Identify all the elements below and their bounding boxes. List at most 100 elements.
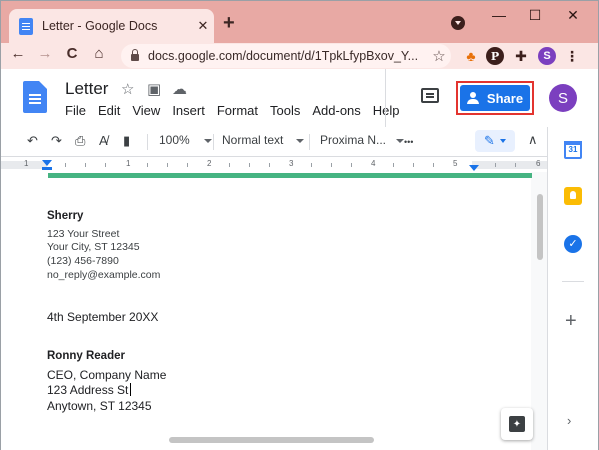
- back-icon[interactable]: ←: [7, 45, 29, 62]
- sender-street[interactable]: 123 Your Street: [47, 228, 119, 240]
- browser-profile-avatar[interactable]: S: [538, 47, 556, 65]
- recipient-street[interactable]: 123 Address St: [47, 383, 128, 397]
- more-options-icon[interactable]: •••: [404, 137, 413, 147]
- sender-email[interactable]: no_reply@example.com: [47, 269, 160, 281]
- explore-icon[interactable]: [501, 408, 533, 440]
- extensions-puzzle-icon[interactable]: ✚: [512, 47, 530, 65]
- tab-search-icon[interactable]: [451, 16, 465, 30]
- zoom-value: 100%: [159, 133, 190, 147]
- chevron-down-icon: [203, 138, 212, 143]
- share-highlight-box: Share: [456, 81, 534, 115]
- tab-close-icon[interactable]: ✕: [192, 18, 214, 34]
- horizontal-ruler[interactable]: 1 1 2 3 4 5 6: [1, 158, 547, 172]
- document-page[interactable]: Sherry 123 Your Street Your City, ST 123…: [1, 172, 533, 450]
- ruler-number: 1: [24, 159, 29, 168]
- move-folder-icon[interactable]: ▣: [147, 80, 161, 98]
- maximize-icon[interactable]: ☐: [525, 7, 545, 24]
- editing-mode-button[interactable]: ✎: [475, 130, 515, 152]
- menu-tools[interactable]: Tools: [270, 103, 300, 118]
- bookmark-star-icon[interactable]: ☆: [427, 47, 451, 65]
- reload-icon[interactable]: C: [61, 45, 83, 62]
- letter-date[interactable]: 4th September 20XX: [47, 310, 158, 324]
- horizontal-scrollbar[interactable]: [169, 437, 374, 443]
- calendar-icon[interactable]: 31: [564, 141, 582, 159]
- keep-icon[interactable]: [564, 187, 582, 205]
- pinterest-extension-icon[interactable]: P: [486, 47, 504, 65]
- new-tab-button[interactable]: +: [223, 12, 235, 35]
- menu-add-ons[interactable]: Add-ons: [312, 103, 360, 118]
- menu-help[interactable]: Help: [373, 103, 400, 118]
- forward-icon[interactable]: →: [34, 45, 56, 62]
- ruler-number: 4: [371, 159, 376, 168]
- ruler-tick: [229, 163, 230, 167]
- undo-icon[interactable]: ↶: [27, 133, 38, 149]
- cloud-saved-icon[interactable]: ☁: [172, 80, 187, 98]
- pencil-icon: ✎: [484, 133, 495, 148]
- right-indent-marker[interactable]: [469, 165, 479, 171]
- sender-phone[interactable]: (123) 456-7890: [47, 255, 119, 267]
- browser-menu-icon[interactable]: ⋮: [563, 47, 581, 65]
- ruler-tick: [351, 163, 352, 167]
- menu-format[interactable]: Format: [217, 103, 258, 118]
- print-icon[interactable]: ⎙: [75, 133, 85, 149]
- comment-history-icon[interactable]: [421, 88, 439, 103]
- vertical-scrollbar[interactable]: [537, 194, 543, 260]
- home-icon[interactable]: ⌂: [88, 45, 110, 62]
- paragraph-style-select[interactable]: Normal text: [222, 133, 305, 147]
- chevron-down-icon: [396, 138, 405, 143]
- header-divider: [385, 69, 386, 127]
- docs-header: Letter ☆ ▣ ☁ File Edit View Insert Forma…: [1, 69, 598, 127]
- header-accent-bar: [48, 173, 532, 178]
- menu-edit[interactable]: Edit: [98, 103, 120, 118]
- redo-icon[interactable]: ↷: [51, 133, 62, 149]
- first-line-indent-marker[interactable]: [42, 167, 52, 170]
- ruler-tick: [249, 163, 250, 167]
- ruler-tick: [495, 163, 496, 167]
- menu-file[interactable]: File: [65, 103, 86, 118]
- document-canvas: Sherry 123 Your Street Your City, ST 123…: [1, 172, 547, 450]
- recipient-city[interactable]: Anytown, ST 12345: [47, 399, 152, 413]
- ruler-tick: [433, 163, 434, 167]
- recipient-name[interactable]: Ronny Reader: [47, 350, 125, 362]
- spellcheck-icon[interactable]: A̸: [99, 133, 108, 148]
- side-panel: 31 ✓ + ›: [547, 127, 598, 450]
- url-text[interactable]: docs.google.com/document/d/1TpkLfypBxov_…: [148, 49, 427, 63]
- font-select[interactable]: Proxima N...: [320, 133, 405, 147]
- collapse-menus-icon[interactable]: ∧: [528, 132, 538, 148]
- google-docs-logo-icon[interactable]: [23, 81, 47, 113]
- ruler-tick: [331, 163, 332, 167]
- browser-tab[interactable]: Letter - Google Docs ✕: [9, 9, 214, 43]
- paragraph-style-value: Normal text: [222, 133, 284, 147]
- recipient-address-line[interactable]: 123 Address St: [47, 383, 132, 397]
- chevron-down-icon: [499, 139, 506, 143]
- zoom-select[interactable]: 100%: [159, 133, 212, 147]
- left-indent-marker[interactable]: [42, 160, 52, 166]
- text-cursor: [130, 383, 132, 396]
- toolbar-divider: [213, 134, 214, 150]
- leaf-extension-icon[interactable]: ♣: [462, 47, 480, 65]
- ruler-tick: [515, 163, 516, 167]
- google-docs-favicon-icon: [19, 17, 33, 35]
- share-button[interactable]: Share: [460, 85, 530, 111]
- browser-tab-strip: Letter - Google Docs ✕ + — ☐ ✕: [1, 1, 598, 43]
- paint-format-icon[interactable]: ▮: [123, 133, 130, 149]
- minimize-icon[interactable]: —: [489, 7, 509, 23]
- sender-city[interactable]: Your City, ST 12345: [47, 241, 140, 253]
- window-close-icon[interactable]: ✕: [563, 7, 583, 24]
- recipient-title[interactable]: CEO, Company Name: [47, 368, 166, 382]
- menu-view[interactable]: View: [132, 103, 160, 118]
- lock-icon[interactable]: [131, 49, 139, 61]
- sender-name[interactable]: Sherry: [47, 210, 83, 222]
- expand-panel-icon[interactable]: ›: [567, 413, 571, 428]
- user-avatar[interactable]: S: [549, 84, 577, 112]
- menu-insert[interactable]: Insert: [172, 103, 205, 118]
- address-bar[interactable]: docs.google.com/document/d/1TpkLfypBxov_…: [121, 44, 451, 68]
- docs-menubar: File Edit View Insert Format Tools Add-o…: [65, 103, 412, 118]
- ruler-tick: [269, 163, 270, 167]
- tab-title: Letter - Google Docs: [42, 19, 158, 33]
- ruler-tick: [167, 163, 168, 167]
- add-addon-icon[interactable]: +: [565, 310, 577, 333]
- tasks-icon[interactable]: ✓: [564, 235, 582, 253]
- document-title[interactable]: Letter: [65, 79, 108, 99]
- star-icon[interactable]: ☆: [121, 80, 134, 98]
